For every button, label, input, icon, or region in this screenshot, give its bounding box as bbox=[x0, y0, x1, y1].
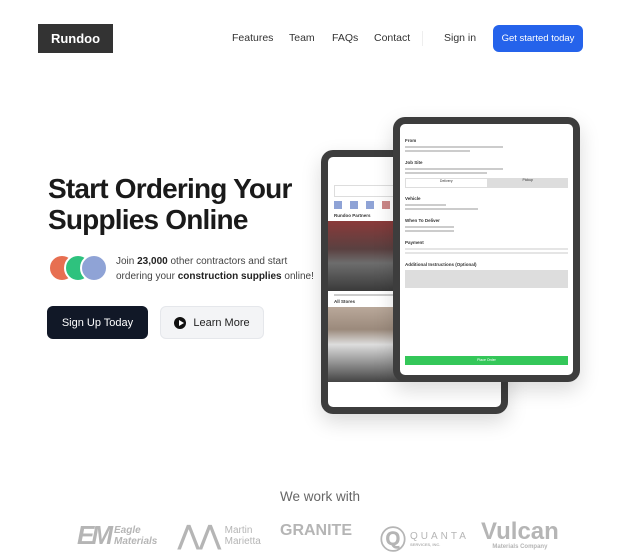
eagle-name: Eagle Materials bbox=[114, 524, 158, 547]
join-count: 23,000 bbox=[137, 256, 168, 267]
logo-eagle-materials: EM Eagle Materials bbox=[77, 520, 158, 551]
from-heading: From bbox=[405, 138, 417, 143]
join-bold: construction supplies bbox=[177, 271, 282, 282]
payment-heading: Payment bbox=[405, 240, 424, 245]
avatar bbox=[80, 254, 108, 282]
when-heading: When To Deliver bbox=[405, 218, 440, 223]
join-pre: Join bbox=[116, 256, 138, 267]
payment-row[interactable] bbox=[405, 252, 568, 254]
tablet-front-screen: From Job Site Delivery Pickup Vehicle Whe… bbox=[400, 124, 573, 375]
place-order-button[interactable]: Place Order bbox=[405, 356, 568, 365]
sign-in-link[interactable]: Sign in bbox=[444, 32, 476, 44]
tablet-front: From Job Site Delivery Pickup Vehicle Whe… bbox=[393, 117, 580, 382]
title-line-1: Start Ordering Your bbox=[48, 173, 292, 204]
vulcan-sub: Materials Company bbox=[492, 544, 548, 550]
sign-up-label: Sign Up Today bbox=[61, 316, 134, 329]
when-option[interactable] bbox=[405, 230, 454, 232]
logo-granite: GRANITE bbox=[280, 522, 352, 539]
eagle-mark: EM bbox=[77, 520, 113, 550]
tab-pickup[interactable]: Pickup bbox=[487, 178, 568, 188]
title-line-2: Supplies Online bbox=[48, 204, 248, 235]
partners-heading: We work with bbox=[279, 489, 361, 504]
martin-marietta-mark-icon: ⋀⋀ bbox=[178, 520, 221, 550]
quanta-name: QUANTA bbox=[410, 530, 469, 542]
payment-row[interactable] bbox=[405, 248, 568, 250]
logo[interactable]: Rundoo bbox=[38, 24, 113, 53]
nav-faqs[interactable]: FAQs bbox=[332, 32, 358, 44]
category-icon[interactable] bbox=[350, 201, 358, 209]
logo-quanta: Ⓠ QUANTA SERVICES, INC. bbox=[380, 520, 469, 557]
quanta-mark-icon: Ⓠ bbox=[380, 525, 407, 555]
sign-up-button[interactable]: Sign Up Today bbox=[47, 306, 148, 339]
get-started-button[interactable]: Get started today bbox=[493, 25, 583, 52]
delivery-pickup-toggle[interactable]: Delivery Pickup bbox=[405, 178, 568, 188]
vulcan-name: Vulcan bbox=[481, 518, 559, 545]
vehicle-heading: Vehicle bbox=[405, 196, 421, 201]
vehicle-option[interactable] bbox=[405, 204, 446, 206]
logo-martin-marietta: ⋀⋀ Martin Marietta bbox=[178, 520, 265, 551]
category-icon[interactable] bbox=[334, 201, 342, 209]
text-line bbox=[405, 146, 503, 148]
play-icon bbox=[174, 316, 187, 329]
text-line bbox=[405, 172, 487, 174]
vehicle-option[interactable] bbox=[405, 208, 479, 210]
nav-contact[interactable]: Contact bbox=[374, 32, 410, 44]
quanta-sub: SERVICES, INC. bbox=[410, 541, 441, 547]
learn-more-label: Learn More bbox=[193, 316, 250, 329]
text-line bbox=[405, 168, 503, 170]
martin-marietta-name: Martin Marietta bbox=[224, 524, 261, 547]
join-text: Join 23,000 other contractors and start … bbox=[116, 254, 316, 284]
text-line bbox=[405, 150, 471, 152]
job-site-heading: Job Site bbox=[405, 160, 423, 165]
category-icon[interactable] bbox=[382, 201, 390, 209]
logo-vulcan: Vulcan Materials Company bbox=[481, 518, 559, 551]
tab-delivery[interactable]: Delivery bbox=[405, 178, 488, 188]
category-icon[interactable] bbox=[366, 201, 374, 209]
learn-more-button[interactable]: Learn More bbox=[160, 306, 264, 339]
nav-divider bbox=[422, 31, 423, 46]
instructions-heading: Additional Instructions (Optional) bbox=[405, 262, 477, 267]
nav-features[interactable]: Features bbox=[232, 32, 273, 44]
hero-title: Start Ordering Your Supplies Online bbox=[48, 173, 292, 235]
when-option[interactable] bbox=[405, 226, 454, 228]
nav-team[interactable]: Team bbox=[289, 32, 315, 44]
instructions-input[interactable] bbox=[405, 270, 568, 288]
join-post: online! bbox=[281, 271, 314, 282]
